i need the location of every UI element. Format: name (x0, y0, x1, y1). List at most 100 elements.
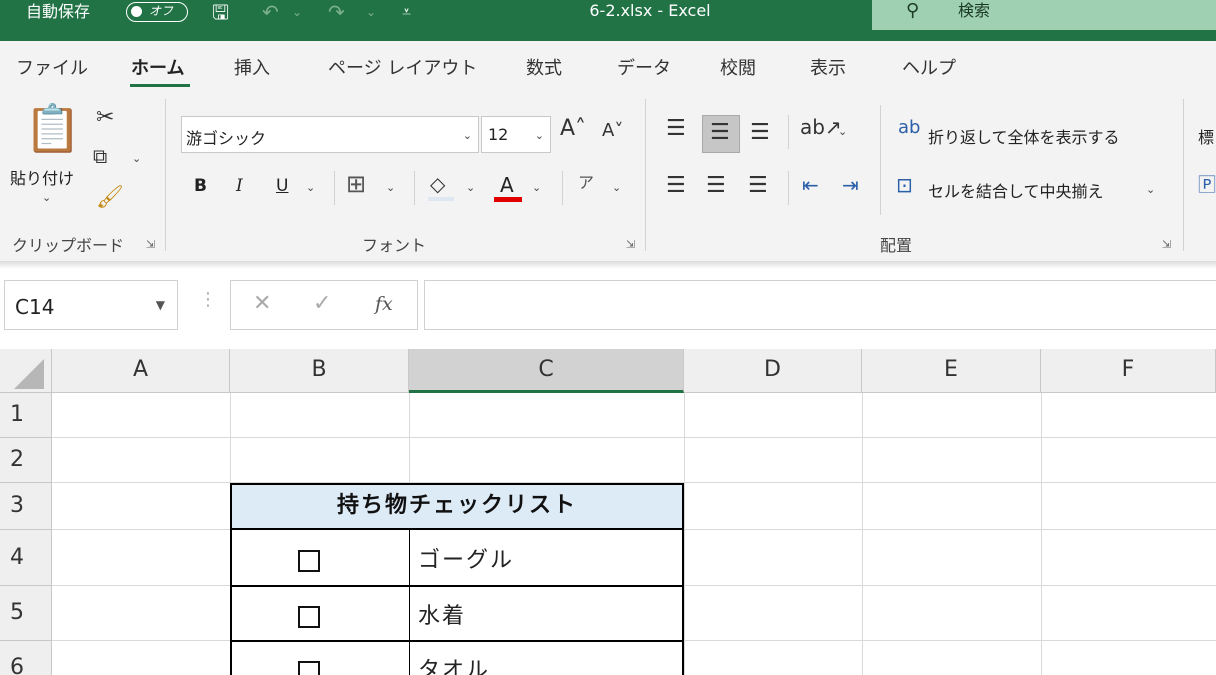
font-name-select[interactable]: 游ゴシック ⌄ (181, 116, 479, 153)
alignment-launcher-icon[interactable]: ⇲ (1162, 238, 1171, 251)
tab-formulas[interactable]: 数式 (526, 54, 562, 80)
fill-color-bar (428, 197, 454, 201)
select-all-button[interactable] (0, 349, 52, 393)
borders-icon[interactable]: ⊞ (346, 172, 366, 196)
save-icon[interactable]: 🖫 (212, 0, 229, 24)
cancel-icon[interactable]: ✕ (253, 291, 271, 316)
search-box[interactable]: ⚲ 検索 (872, 0, 1216, 30)
orientation-dropdown-icon[interactable]: ⌄ (838, 125, 847, 138)
checklist-item[interactable]: ゴーグル (418, 542, 514, 574)
undo-icon[interactable]: ↶ (262, 0, 279, 24)
customize-qat-icon[interactable]: ⩡ (402, 0, 411, 24)
font-size-value: 12 (488, 125, 509, 144)
align-middle-button[interactable]: ☰ (702, 115, 740, 153)
increase-indent-icon[interactable]: ⇥ (842, 175, 859, 195)
autosave-label: 自動保存 (26, 2, 91, 21)
separator (414, 171, 415, 205)
tab-help[interactable]: ヘルプ (902, 54, 956, 80)
name-box[interactable]: C14 ▼ (4, 280, 178, 330)
borders-dropdown-icon[interactable]: ⌄ (386, 181, 395, 194)
redo-icon[interactable]: ↷ (328, 0, 345, 24)
fill-color-dropdown-icon[interactable]: ⌄ (466, 181, 475, 194)
formula-bar-resize-handle[interactable]: ⋮ (199, 289, 217, 310)
align-top-icon[interactable]: ☰ (666, 118, 686, 140)
formula-input[interactable] (424, 280, 1216, 330)
underline-dropdown-icon[interactable]: ⌄ (306, 181, 315, 194)
checklist-item[interactable]: タオル (418, 652, 490, 675)
currency-format-icon[interactable]: 🄿 (1198, 177, 1216, 195)
separator (788, 115, 789, 149)
copy-icon[interactable]: ⧉ (93, 146, 107, 166)
undo-dropdown-icon[interactable]: ⌄ (292, 0, 302, 24)
tab-review[interactable]: 校閲 (720, 54, 756, 80)
formula-bar: C14 ▼ ⋮ ✕ ✓ fx (0, 269, 1216, 341)
decrease-font-size-icon[interactable]: A˅ (602, 122, 623, 140)
gridline (52, 437, 1216, 438)
bold-button[interactable]: B (194, 176, 207, 196)
row-header-1[interactable]: 1 (0, 393, 52, 438)
phonetic-dropdown-icon[interactable]: ⌄ (612, 181, 621, 194)
align-left-icon[interactable]: ☰ (666, 175, 686, 197)
checkbox-cell-b5[interactable] (298, 606, 320, 628)
column-header-f[interactable]: F (1041, 349, 1216, 393)
font-color-icon[interactable]: A (500, 173, 514, 197)
fill-color-icon[interactable]: ◇ (430, 174, 445, 194)
checkbox-cell-b4[interactable] (298, 550, 320, 572)
name-box-dropdown-icon[interactable]: ▼ (156, 298, 165, 312)
font-color-dropdown-icon[interactable]: ⌄ (532, 181, 541, 194)
font-size-select[interactable]: 12 ⌄ (481, 116, 551, 153)
align-bottom-icon[interactable]: ☰ (750, 122, 770, 144)
clipboard-launcher-icon[interactable]: ⇲ (146, 238, 155, 251)
column-header-a[interactable]: A (52, 349, 230, 393)
decrease-indent-icon[interactable]: ⇤ (802, 175, 819, 195)
underline-button[interactable]: U (276, 176, 288, 196)
autosave-toggle[interactable]: オフ (126, 2, 188, 22)
tab-home[interactable]: ホーム (131, 54, 184, 80)
checklist-title-cell[interactable]: 持ち物チェックリスト (230, 483, 684, 530)
paste-dropdown-icon[interactable]: ⌄ (42, 191, 51, 204)
checklist-row-border (230, 585, 684, 587)
row-header-5[interactable]: 5 (0, 586, 52, 641)
tab-file[interactable]: ファイル (16, 54, 88, 80)
orientation-icon[interactable]: ab↗ (800, 117, 842, 137)
separator (334, 171, 335, 205)
checkbox-cell-b6[interactable] (298, 661, 320, 675)
paste-label[interactable]: 貼り付け (10, 165, 74, 189)
copy-dropdown-icon[interactable]: ⌄ (132, 152, 141, 165)
redo-dropdown-icon[interactable]: ⌄ (366, 0, 376, 24)
tab-view[interactable]: 表示 (810, 54, 846, 80)
align-center-icon[interactable]: ☰ (706, 175, 726, 197)
merge-center-icon[interactable]: ⊡ (896, 175, 913, 195)
column-header-b[interactable]: B (230, 349, 409, 393)
italic-button[interactable]: I (236, 176, 243, 196)
row-header-6[interactable]: 6 (0, 641, 52, 675)
paste-icon[interactable]: 📋 (24, 105, 81, 151)
column-header-d[interactable]: D (684, 349, 862, 393)
wrap-text-button[interactable]: 折り返して全体を表示する (928, 124, 1120, 148)
merge-dropdown-icon[interactable]: ⌄ (1146, 183, 1155, 196)
active-tab-indicator (130, 84, 190, 87)
tab-data[interactable]: データ (617, 54, 671, 80)
row-header-3[interactable]: 3 (0, 483, 52, 530)
row-header-2[interactable]: 2 (0, 438, 52, 483)
column-header-c[interactable]: C (409, 349, 684, 393)
checklist-item[interactable]: 水着 (418, 598, 466, 630)
row-header-4[interactable]: 4 (0, 530, 52, 586)
separator (788, 171, 789, 205)
increase-font-size-icon[interactable]: A˄ (560, 118, 586, 140)
cut-icon[interactable]: ✂ (96, 107, 114, 129)
tab-insert[interactable]: 挿入 (234, 54, 270, 80)
gridline (862, 393, 863, 675)
number-format-select[interactable]: 標 (1198, 124, 1214, 148)
align-right-icon[interactable]: ☰ (748, 175, 768, 197)
format-painter-icon[interactable]: 🖌 (96, 187, 124, 209)
column-header-e[interactable]: E (862, 349, 1041, 393)
phonetic-guide-icon[interactable]: ア (578, 175, 594, 191)
enter-icon[interactable]: ✓ (313, 291, 331, 316)
merge-center-button[interactable]: セルを結合して中央揃え (928, 178, 1104, 202)
tab-page-layout[interactable]: ページ レイアウト (328, 54, 477, 80)
wrap-text-icon[interactable]: ab (898, 119, 920, 137)
font-launcher-icon[interactable]: ⇲ (626, 238, 635, 251)
insert-function-icon[interactable]: fx (375, 293, 393, 315)
font-color-bar (494, 197, 522, 202)
